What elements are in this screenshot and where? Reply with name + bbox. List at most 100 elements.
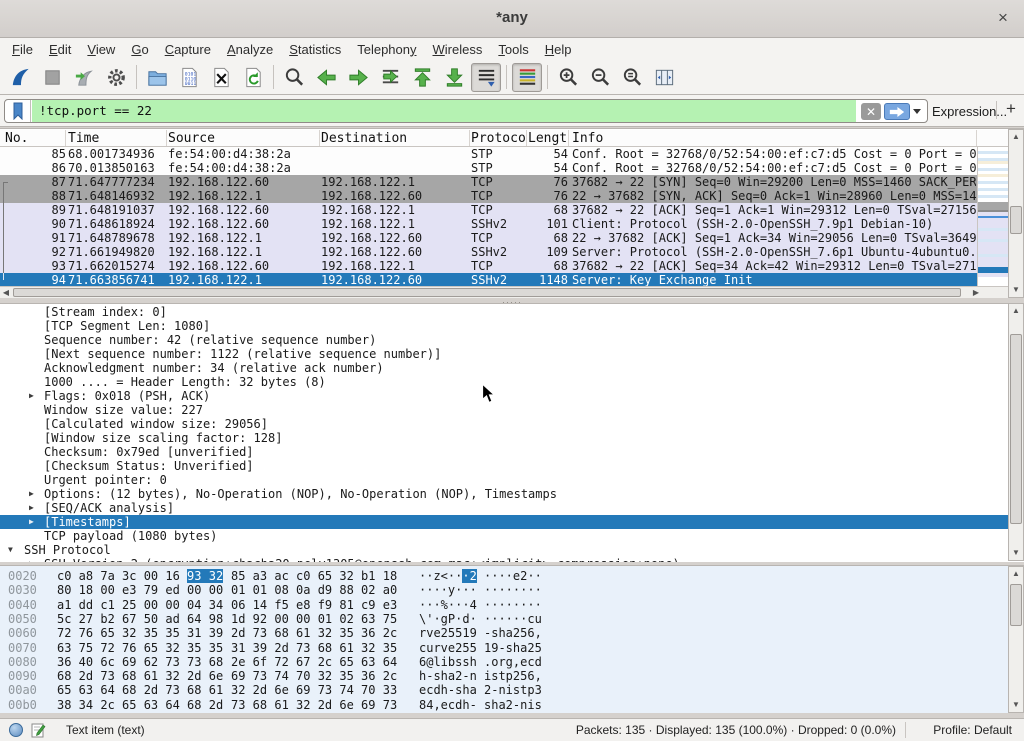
detail-line[interactable]: Urgent pointer: 0: [0, 473, 1008, 487]
hex-row-0050[interactable]: 00505c 27 b2 67 50 ad 64 981d 92 00 00 0…: [0, 612, 1008, 626]
filter-input[interactable]: !tcp.port == 22: [32, 100, 856, 122]
scroll-right-icon[interactable]: ▶: [970, 287, 982, 298]
go-back-button[interactable]: [311, 63, 341, 92]
column-header-length[interactable]: Length: [525, 130, 569, 147]
scroll-down-icon[interactable]: ▼: [1009, 546, 1023, 560]
hex-row-0020[interactable]: 0020c0 a8 7a 3c 00 16 93 3285 a3 ac c0 6…: [0, 569, 1008, 583]
zoom-in-button[interactable]: [553, 63, 583, 92]
hex-row-0090[interactable]: 009068 2d 73 68 61 32 2d 6e69 73 74 70 3…: [0, 669, 1008, 683]
packet-row-88[interactable]: 8871.648146932192.168.122.1192.168.122.6…: [0, 189, 977, 203]
expand-chevron-icon[interactable]: ▶: [29, 487, 34, 501]
packet-row-87[interactable]: 8771.647777234192.168.122.60192.168.122.…: [0, 175, 977, 189]
close-icon[interactable]: ×: [992, 7, 1014, 29]
colorize-button[interactable]: [512, 63, 542, 92]
detail-line[interactable]: ▼SSH Protocol: [0, 543, 1008, 557]
add-filter-button[interactable]: +: [1002, 99, 1020, 121]
packet-row-90[interactable]: 9071.648618924192.168.122.60192.168.122.…: [0, 217, 977, 231]
menu-view[interactable]: View: [79, 40, 123, 59]
detail-line[interactable]: [Next sequence number: 1122 (relative se…: [0, 347, 1008, 361]
file-reload-button[interactable]: [238, 63, 268, 92]
menu-edit[interactable]: Edit: [41, 40, 79, 59]
packet-row-86[interactable]: 8670.013850163fe:54:00:d4:38:2aSTP54Conf…: [0, 161, 977, 175]
menu-analyze[interactable]: Analyze: [219, 40, 281, 59]
scrollbar-thumb[interactable]: [1010, 206, 1022, 234]
capture-comment-icon[interactable]: [31, 722, 46, 741]
detail-line[interactable]: [Window size scaling factor: 128]: [0, 431, 1008, 445]
file-close-button[interactable]: [206, 63, 236, 92]
detail-line[interactable]: [TCP Segment Len: 1080]: [0, 319, 1008, 333]
detail-line[interactable]: ▶[Timestamps]: [0, 515, 1008, 529]
expand-chevron-icon[interactable]: ▶: [29, 501, 34, 515]
detail-line[interactable]: [Checksum Status: Unverified]: [0, 459, 1008, 473]
menu-help[interactable]: Help: [537, 40, 580, 59]
go-to-packet-button[interactable]: [375, 63, 405, 92]
hex-row-0080[interactable]: 008036 40 6c 69 62 73 73 682e 6f 72 67 2…: [0, 655, 1008, 669]
scroll-left-icon[interactable]: ◀: [0, 287, 12, 298]
hex-row-0030[interactable]: 003080 18 00 e3 79 ed 00 0001 01 08 0a d…: [0, 583, 1008, 597]
bookmark-icon[interactable]: [5, 100, 31, 122]
zoom-out-button[interactable]: [585, 63, 615, 92]
menu-telephony[interactable]: Telephony: [349, 40, 424, 59]
file-save-button[interactable]: 010101100011: [174, 63, 204, 92]
profile-label[interactable]: Profile: Default: [933, 723, 1012, 737]
go-forward-button[interactable]: [343, 63, 373, 92]
packet-minimap-scrollbar[interactable]: [977, 147, 1008, 287]
detail-line[interactable]: ▶Flags: 0x018 (PSH, ACK): [0, 389, 1008, 403]
go-first-button[interactable]: [407, 63, 437, 92]
column-header-destination[interactable]: Destination: [318, 130, 470, 147]
hex-row-0070[interactable]: 007063 75 72 76 65 32 35 3531 39 2d 73 6…: [0, 641, 1008, 655]
packet-row-94[interactable]: 9471.663856741192.168.122.1192.168.122.6…: [0, 273, 977, 287]
collapse-chevron-icon[interactable]: ▼: [8, 543, 13, 557]
detail-line[interactable]: Window size value: 227: [0, 403, 1008, 417]
packet-row-85[interactable]: 8568.001734936fe:54:00:d4:38:2aSTP54Conf…: [0, 147, 977, 161]
hex-vscrollbar[interactable]: ▲ ▼: [1008, 566, 1024, 713]
detail-line[interactable]: [Stream index: 0]: [0, 305, 1008, 319]
resize-columns-button[interactable]: [649, 63, 679, 92]
capture-options-button[interactable]: [101, 63, 131, 92]
scrollbar-thumb[interactable]: [1010, 584, 1022, 626]
menu-go[interactable]: Go: [123, 40, 156, 59]
packet-row-93[interactable]: 9371.662015274192.168.122.60192.168.122.…: [0, 259, 977, 273]
packet-row-91[interactable]: 9171.648789678192.168.122.1192.168.122.6…: [0, 231, 977, 245]
detail-vscrollbar[interactable]: ▲ ▼: [1008, 303, 1024, 561]
column-header-no[interactable]: No.: [0, 130, 66, 147]
detail-line[interactable]: Checksum: 0x79ed [unverified]: [0, 445, 1008, 459]
column-header-time[interactable]: Time: [65, 130, 167, 147]
menu-statistics[interactable]: Statistics: [281, 40, 349, 59]
hex-row-0040[interactable]: 0040a1 dd c1 25 00 00 04 3406 14 f5 e8 f…: [0, 598, 1008, 612]
detail-line[interactable]: 1000 .... = Header Length: 32 bytes (8): [0, 375, 1008, 389]
file-open-button[interactable]: [142, 63, 172, 92]
expand-chevron-icon[interactable]: ▶: [29, 389, 34, 403]
column-header-info[interactable]: Info: [569, 130, 977, 147]
go-last-button[interactable]: [439, 63, 469, 92]
clear-filter-icon[interactable]: ✕: [861, 103, 881, 120]
zoom-original-button[interactable]: [617, 63, 647, 92]
capture-start-button[interactable]: [5, 63, 35, 92]
detail-line[interactable]: ▶[SEQ/ACK analysis]: [0, 501, 1008, 515]
packet-row-89[interactable]: 8971.648191037192.168.122.60192.168.122.…: [0, 203, 977, 217]
hex-row-00b0[interactable]: 00b038 34 2c 65 63 64 68 2d73 68 61 32 2…: [0, 698, 1008, 712]
column-header-protocol[interactable]: Protocol: [468, 130, 527, 147]
menu-file[interactable]: File: [4, 40, 41, 59]
find-packet-button[interactable]: [279, 63, 309, 92]
menu-capture[interactable]: Capture: [157, 40, 219, 59]
menu-tools[interactable]: Tools: [490, 40, 536, 59]
detail-line[interactable]: ▶Options: (12 bytes), No-Operation (NOP)…: [0, 487, 1008, 501]
column-header-source[interactable]: Source: [165, 130, 320, 147]
expand-chevron-icon[interactable]: ▶: [29, 515, 34, 529]
scroll-down-icon[interactable]: ▼: [1009, 283, 1023, 297]
filter-history-chevron-icon[interactable]: [913, 109, 921, 114]
auto-scroll-button[interactable]: [471, 63, 501, 92]
scroll-up-icon[interactable]: ▲: [1009, 567, 1023, 581]
expert-info-icon[interactable]: [9, 723, 23, 737]
detail-line[interactable]: [Calculated window size: 29056]: [0, 417, 1008, 431]
scroll-up-icon[interactable]: ▲: [1009, 130, 1023, 144]
scroll-up-icon[interactable]: ▲: [1009, 304, 1023, 318]
detail-line[interactable]: TCP payload (1080 bytes): [0, 529, 1008, 543]
scroll-down-icon[interactable]: ▼: [1009, 698, 1023, 712]
apply-filter-icon[interactable]: [884, 103, 910, 120]
packet-row-92[interactable]: 9271.661949820192.168.122.1192.168.122.6…: [0, 245, 977, 259]
hex-row-0060[interactable]: 006072 76 65 32 35 35 31 392d 73 68 61 3…: [0, 626, 1008, 640]
detail-line[interactable]: Sequence number: 42 (relative sequence n…: [0, 333, 1008, 347]
menu-wireless[interactable]: Wireless: [425, 40, 491, 59]
